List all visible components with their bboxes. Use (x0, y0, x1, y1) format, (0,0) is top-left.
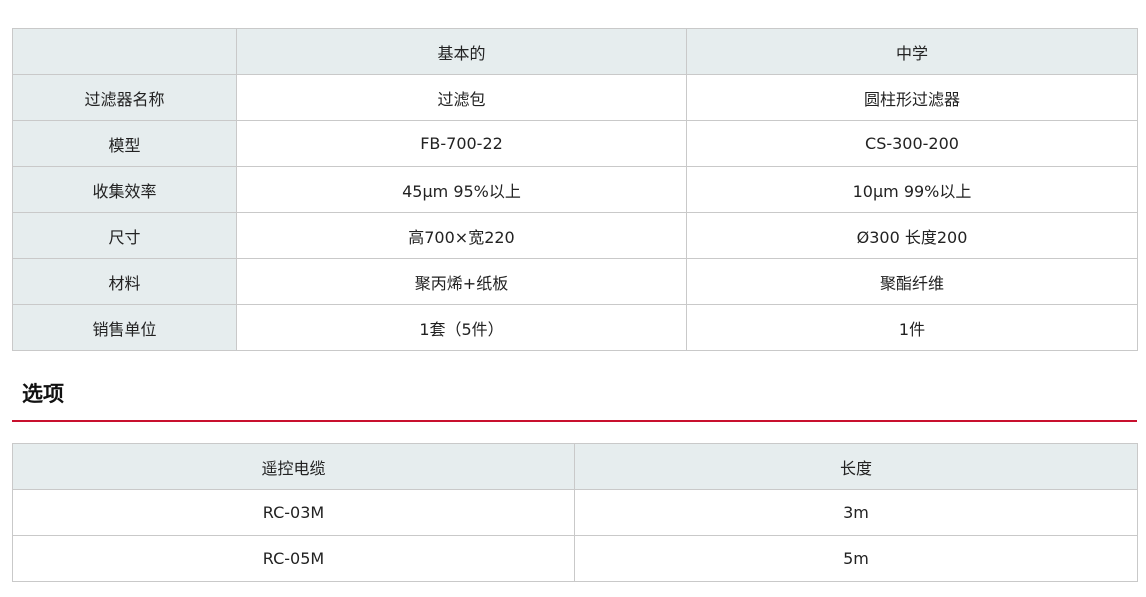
cell-basic: 高700×宽220 (236, 212, 687, 259)
table-row: 材料 聚丙烯+纸板 聚酯纤维 (12, 258, 1138, 305)
cell-cable: RC-05M (12, 535, 575, 582)
cell-length: 3m (574, 489, 1138, 536)
cell-secondary: 10μm 99%以上 (686, 166, 1138, 213)
table-row: 过滤器名称 过滤包 圆柱形过滤器 (12, 74, 1138, 121)
row-label: 尺寸 (12, 212, 237, 259)
table-row: 收集效率 45μm 95%以上 10μm 99%以上 (12, 166, 1138, 213)
section-divider (12, 420, 1137, 422)
row-label: 模型 (12, 120, 237, 167)
table-row: 模型 FB-700-22 CS-300-200 (12, 120, 1138, 167)
cell-basic: FB-700-22 (236, 120, 687, 167)
cell-basic: 过滤包 (236, 74, 687, 121)
spec-table: 基本的 中学 过滤器名称 过滤包 圆柱形过滤器 模型 FB-700-22 CS-… (12, 28, 1138, 351)
header-cell-secondary: 中学 (686, 28, 1138, 75)
cell-basic: 聚丙烯+纸板 (236, 258, 687, 305)
header-cell-length: 长度 (574, 443, 1138, 490)
table-header-row: 基本的 中学 (12, 28, 1138, 75)
row-label: 收集效率 (12, 166, 237, 213)
cell-secondary: CS-300-200 (686, 120, 1138, 167)
row-label: 销售单位 (12, 304, 237, 351)
row-label: 过滤器名称 (12, 74, 237, 121)
header-cell-cable: 遥控电缆 (12, 443, 575, 490)
row-label: 材料 (12, 258, 237, 305)
cell-secondary: Ø300 长度200 (686, 212, 1138, 259)
table-row: 销售单位 1套（5件） 1件 (12, 304, 1138, 351)
cell-basic: 45μm 95%以上 (236, 166, 687, 213)
header-cell-empty (12, 28, 237, 75)
options-table: 遥控电缆 长度 RC-03M 3m RC-05M 5m (12, 443, 1138, 582)
table-row: RC-05M 5m (12, 535, 1138, 582)
section-title-options: 选项 (22, 382, 64, 406)
cell-length: 5m (574, 535, 1138, 582)
cell-secondary: 1件 (686, 304, 1138, 351)
table-header-row: 遥控电缆 长度 (12, 443, 1138, 490)
cell-secondary: 圆柱形过滤器 (686, 74, 1138, 121)
header-cell-basic: 基本的 (236, 28, 687, 75)
table-row: RC-03M 3m (12, 489, 1138, 536)
cell-basic: 1套（5件） (236, 304, 687, 351)
table-row: 尺寸 高700×宽220 Ø300 长度200 (12, 212, 1138, 259)
cell-secondary: 聚酯纤维 (686, 258, 1138, 305)
cell-cable: RC-03M (12, 489, 575, 536)
